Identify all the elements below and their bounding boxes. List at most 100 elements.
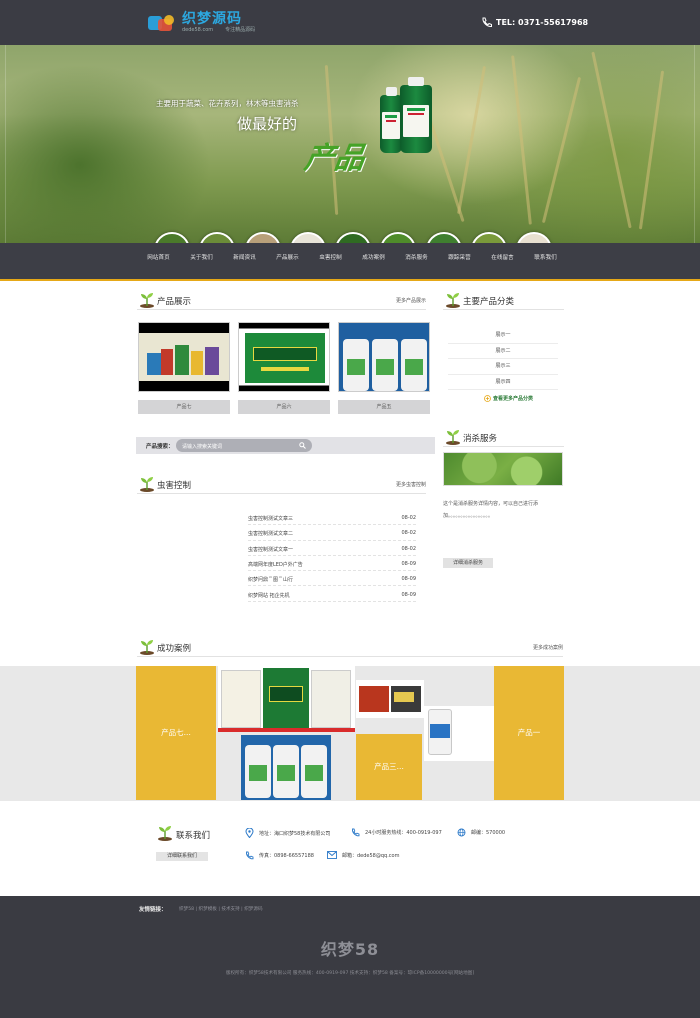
pest-thumb-9[interactable] [516, 232, 552, 243]
news-title[interactable]: 高端网年度LED户外广告 [248, 561, 303, 568]
nav-products[interactable]: 产品展示 [266, 243, 309, 281]
logo-tagline: 专注精品源码 [225, 27, 256, 33]
news-row[interactable]: 织梦问鼎＂图＂山行 08-09 [248, 571, 416, 587]
case-image-2[interactable] [356, 680, 424, 718]
cases-more-link[interactable]: 更多成功案例 [533, 644, 563, 651]
categories-more-link[interactable]: 查看更多产品分类 [484, 395, 533, 402]
categories-more-text[interactable]: 查看更多产品分类 [493, 395, 533, 402]
category-item[interactable]: 展示三 [448, 359, 558, 375]
news-title[interactable]: 虫害控制测试文章一 [248, 546, 293, 553]
pest-thumb-7[interactable] [425, 232, 462, 243]
news-date: 08-02 [401, 530, 416, 537]
logo-subtitle: dede58.com 专注精品源码 [182, 27, 255, 34]
sprout-icon [446, 293, 460, 308]
search-icon[interactable] [299, 442, 306, 449]
contact-title: 联系我们 [176, 831, 211, 841]
news-title[interactable]: 虫害控制测试文章二 [248, 530, 293, 537]
product-search-bar: 产品搜索： 请输入搜索关键词 [136, 437, 435, 454]
product-image[interactable] [238, 322, 330, 392]
case-image-1[interactable] [218, 666, 355, 732]
service-title: 消杀服务 [463, 434, 498, 444]
news-row[interactable]: 虫害控制测试文章一 08-02 [248, 541, 416, 556]
service-detail-button[interactable]: 详细消杀服务 [443, 558, 493, 568]
product-image[interactable] [338, 322, 430, 392]
globe-icon [457, 828, 466, 837]
nav-cases[interactable]: 成功案例 [352, 243, 395, 281]
product-card[interactable]: 产品六 [238, 322, 330, 414]
logo-mark-icon [148, 14, 178, 32]
products-more-link[interactable]: 更多产品展示 [396, 297, 426, 304]
contact-hotline: 24小时服务热线：400-0919-097 [351, 828, 442, 837]
news-row[interactable]: 高端网年度LED户外广告 08-09 [248, 556, 416, 572]
cases-gallery: 产品七... 产品三... 产品一 [0, 666, 700, 801]
banner-bottle-left [380, 87, 402, 153]
contact-hotline-text: 24小时服务热线：400-0919-097 [365, 830, 442, 836]
friend-links[interactable]: 织梦58 | 织梦模板 | 技术支持 | 织梦源码 [179, 906, 263, 912]
category-item[interactable]: 展示二 [448, 344, 558, 359]
nav-contact[interactable]: 联系我们 [524, 243, 567, 281]
contact-detail-button[interactable]: 详细联系我们 [156, 852, 208, 861]
contact-email-text: 邮箱：dede58@qq.com [342, 852, 400, 859]
cases-title: 成功案例 [157, 644, 192, 654]
service-image[interactable] [443, 452, 563, 486]
nav-service[interactable]: 消杀服务 [395, 243, 438, 281]
case-tile-left[interactable]: 产品七... [136, 666, 216, 800]
product-caption[interactable]: 产品五 [338, 400, 430, 414]
nav-home[interactable]: 网站首页 [137, 243, 180, 281]
site-logo[interactable]: 织梦源码 dede58.com 专注精品源码 [148, 12, 255, 34]
case-tile-mid[interactable]: 产品三... [356, 734, 422, 800]
mail-icon [327, 851, 337, 859]
banner-bottle-right [400, 77, 432, 153]
case-image-3[interactable] [424, 706, 494, 761]
product-card[interactable]: 产品七 [138, 322, 230, 414]
case-image-4[interactable] [241, 735, 331, 800]
logo-text: 织梦源码 [182, 11, 242, 27]
nav-about[interactable]: 关于我们 [180, 243, 223, 281]
hero-banner: 主要用于蔬菜、花卉系列，林木等虫害消杀 做最好的 产品 [0, 45, 700, 243]
product-image[interactable] [138, 322, 230, 392]
pest-thumb-5[interactable] [335, 232, 371, 243]
pest-thumb-3[interactable] [244, 232, 281, 243]
product-card[interactable]: 产品五 [338, 322, 430, 414]
pest-thumb-6[interactable] [380, 232, 417, 243]
plus-circle-icon [484, 395, 491, 402]
category-item[interactable]: 展示一 [448, 328, 558, 344]
nav-message[interactable]: 在线留言 [481, 243, 524, 281]
pest-thumb-1[interactable] [154, 232, 190, 243]
products-title: 产品展示 [157, 297, 192, 307]
news-row[interactable]: 虫害控制测试文章三 08-02 [248, 510, 416, 526]
phone-icon [482, 17, 492, 28]
pest-thumb-2[interactable] [199, 232, 236, 243]
category-item[interactable]: 展示四 [448, 375, 558, 390]
pest-more-link[interactable]: 更多虫害控制 [396, 481, 426, 488]
footer: 友情链接： 织梦58 | 织梦模板 | 技术支持 | 织梦源码 织梦58 版权所… [0, 896, 700, 1018]
footer-brand: 织梦58 [320, 940, 380, 959]
top-bar: 织梦源码 dede58.com 专注精品源码 TEL: 0371-55617968 [0, 0, 700, 45]
phone-icon [352, 828, 360, 837]
news-date: 08-09 [401, 560, 416, 567]
news-title[interactable]: 织梦问鼎＂图＂山行 [248, 576, 293, 583]
phone-icon [246, 851, 254, 860]
news-title[interactable]: 织梦网站 拓企先机 [248, 592, 290, 599]
news-row[interactable]: 织梦网站 拓企先机 08-09 [248, 587, 416, 602]
nav-pest-control[interactable]: 虫害控制 [309, 243, 352, 281]
nav-news[interactable]: 新闻资讯 [223, 243, 266, 281]
case-tile-right[interactable]: 产品一 [494, 666, 564, 800]
news-title[interactable]: 虫害控制测试文章三 [248, 515, 293, 522]
search-placeholder: 请输入搜索关键词 [182, 443, 223, 450]
pest-thumb-4[interactable] [289, 232, 326, 243]
products-header: 产品展示 更多产品展示 [137, 290, 426, 310]
search-input[interactable]: 请输入搜索关键词 [176, 439, 312, 452]
pest-thumbnail-row [154, 232, 552, 243]
news-date: 08-02 [401, 545, 416, 552]
contact-address-text: 地址：海口织梦58技术有限公司 [259, 830, 331, 837]
news-row[interactable]: 虫害控制测试文章二 08-02 [248, 525, 416, 541]
pest-thumb-8[interactable] [470, 232, 507, 243]
sprout-icon [446, 430, 460, 445]
news-date: 08-09 [401, 576, 416, 583]
main-nav: 网站首页 关于我们 新闻资讯 产品展示 虫害控制 成功案例 消杀服务 跟踪采营 … [0, 243, 700, 281]
nav-tracking[interactable]: 跟踪采营 [438, 243, 481, 281]
product-caption[interactable]: 产品七 [138, 400, 230, 414]
sprout-icon [140, 477, 154, 492]
product-caption[interactable]: 产品六 [238, 400, 330, 414]
